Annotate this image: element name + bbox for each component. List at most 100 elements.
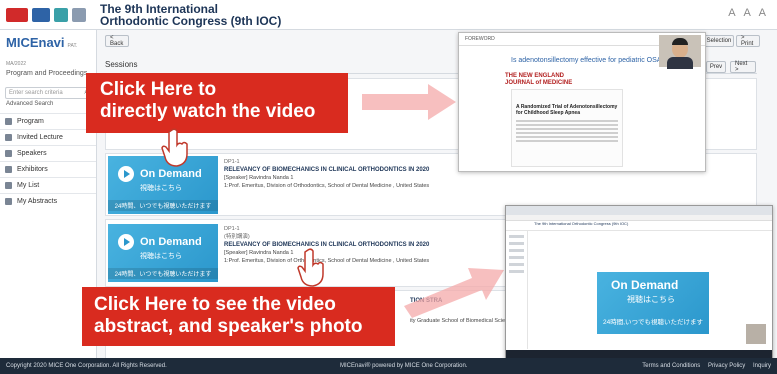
text-line [516,136,618,138]
paper-thumbnail: A Randomized Trial of Adenotonsillectomy… [511,89,623,167]
sidebar-item-label: Exhibitors [17,166,48,173]
sidebar-item-speakers[interactable]: Speakers [0,145,96,161]
journal-line1: THE NEW ENGLAND [505,73,564,79]
powered-by: MICEnavi® powered by MICE One Corporatio… [340,363,468,369]
session-title-link[interactable]: RELEVANCY OF BIOMECHANICS IN CLINICAL OR… [224,241,429,249]
callout-line: directly watch the video [100,100,316,122]
on-demand-thumbnail[interactable]: On Demand 視聴はこちら 24時間、いつでも視聴いただけます [108,224,218,282]
text-line [516,128,618,130]
terms-link[interactable]: Terms and Conditions [642,363,700,369]
on-demand-jp-label: 視聴はこちら [140,253,182,260]
speaker-body [667,57,693,69]
sidebar-item-label: My Abstracts [17,198,58,205]
sidebar-item-label: Program [17,118,44,125]
search-input[interactable]: Enter search criteria ⌕ [5,87,91,99]
on-demand-label: On Demand [140,236,202,248]
line [509,249,524,252]
copyright: Copyright 2020 MICE One Corporation. All… [6,363,167,369]
sidebar-item-invited-lecture[interactable]: Invited Lecture [0,129,96,145]
sidebar-item-label: My List [17,182,40,189]
congress-title-line2: Orthodontic Congress (9th IOC) [100,13,282,28]
arrow-to-doc-preview [362,84,456,120]
selection-button[interactable]: Selection [704,35,734,47]
journal-line2: JOURNAL of MEDICINE [505,80,573,86]
on-demand-jp-label: 視聴はこちら [140,185,182,192]
callout-line: Click Here to see the video [94,294,336,315]
play-icon [118,234,134,250]
advanced-search-link[interactable]: Advanced Search [0,101,96,107]
sidebar-item-label: Speakers [17,150,47,157]
text-line [516,140,618,142]
abstract-preview-screenshot: FOREWORD Is adenotonsillectomy effective… [458,32,706,172]
speaker-thumbnail [746,324,766,344]
sidebar-item-program[interactable]: Program [0,113,96,129]
callout-abstract-photo: Click Here to see the video abstract, an… [82,287,395,346]
callout-line: abstract, and speaker's photo [94,315,363,337]
paper-title: A Randomized Trial of Adenotonsillectomy… [516,104,618,116]
privacy-link[interactable]: Privacy Policy [708,363,745,369]
line [509,242,524,245]
browser-sidebar [506,231,528,349]
line [509,263,524,266]
on-demand-jp-label: 視聴はこちら [627,295,675,304]
text-line [516,120,618,122]
next-button[interactable]: Next > [730,61,756,73]
session-code: DP1-1 [224,159,240,165]
callout-watch-video: Click Here to directly watch the video [86,73,348,133]
brand-name: MICEnavi [6,35,65,50]
congress-title-line1: The 9th International [100,1,219,16]
print-button[interactable]: > Print [736,35,760,47]
line [509,256,524,259]
document-icon [5,198,12,205]
text-line [516,132,618,134]
lecture-icon [5,134,12,141]
inquiry-link[interactable]: Inquiry [753,363,771,369]
footer: Copyright 2020 MICE One Corporation. All… [0,358,777,374]
session-speaker: [Speaker] Ravindra Nanda 1 [224,175,294,181]
speaker-photo [659,35,701,69]
line [509,270,524,273]
top-header: The 9th International Orthodontic Congre… [0,0,777,30]
sidebar-item-exhibitors[interactable]: Exhibitors [0,161,96,177]
page: The 9th International Orthodontic Congre… [0,0,777,374]
sidebar-item-label: Invited Lecture [17,134,63,141]
session-title-link[interactable]: RELEVANCY OF BIOMECHANICS IN CLINICAL OR… [224,166,429,174]
list-icon [5,182,12,189]
speaker-hair [672,38,688,45]
preview-question: Is adenotonsillectomy effective for pedi… [511,57,666,64]
session-speaker: [Speaker] Ravindra Nanda 1 [224,250,294,256]
congress-title: The 9th International Orthodontic Congre… [100,3,281,27]
sidebar-item-my-list[interactable]: My List [0,177,96,193]
calendar-icon [5,118,12,125]
video-player-screenshot: The 9th International Orthodontic Congre… [505,205,773,360]
on-demand-jp-note: 24時間、いつでも視聴いただけます [108,200,218,211]
browser-tabs [506,206,772,215]
logo-blue [32,7,50,22]
on-demand-label: On Demand [140,168,202,180]
journal-logo: THE NEW ENGLAND JOURNAL of MEDICINE [505,73,572,87]
arrow-shape [362,84,456,120]
browser-page-header: The 9th International Orthodontic Congre… [506,221,772,231]
font-size-control[interactable]: A A A [728,7,769,19]
session-code: DP1-1 [224,226,240,232]
sessions-title: Sessions [105,60,138,69]
sidebar-menu: Program Invited Lecture Speakers Exhibit… [0,113,96,209]
person-icon [5,150,12,157]
back-button[interactable]: < Back [105,35,129,47]
session-affiliation: 1:Prof. Emeritus, Division of Orthodonti… [224,258,430,264]
sponsor-logos [0,7,100,22]
prev-button[interactable]: Prev [706,61,726,73]
booth-icon [5,166,12,173]
line [509,235,524,238]
sidebar-item-my-abstracts[interactable]: My Abstracts [0,193,96,209]
callout-line: Click Here to [100,79,217,100]
session-meta: DP1-1 (特別講演) RELEVANCY OF BIOMECHANICS I… [224,225,429,265]
logo-grey [72,7,86,22]
on-demand-label: On Demand [611,278,679,292]
search-placeholder: Enter search criteria [9,90,63,96]
on-demand-jp-note: 24時間、いつでも視聴いただけます [108,268,218,279]
session-meta: DP1-1 RELEVANCY OF BIOMECHANICS IN CLINI… [224,158,429,190]
play-icon [118,166,134,182]
logo-red [6,7,28,22]
on-demand-video-banner[interactable]: On Demand 視聴はこちら 24時間,いつでも視聴いただけます [597,272,709,334]
